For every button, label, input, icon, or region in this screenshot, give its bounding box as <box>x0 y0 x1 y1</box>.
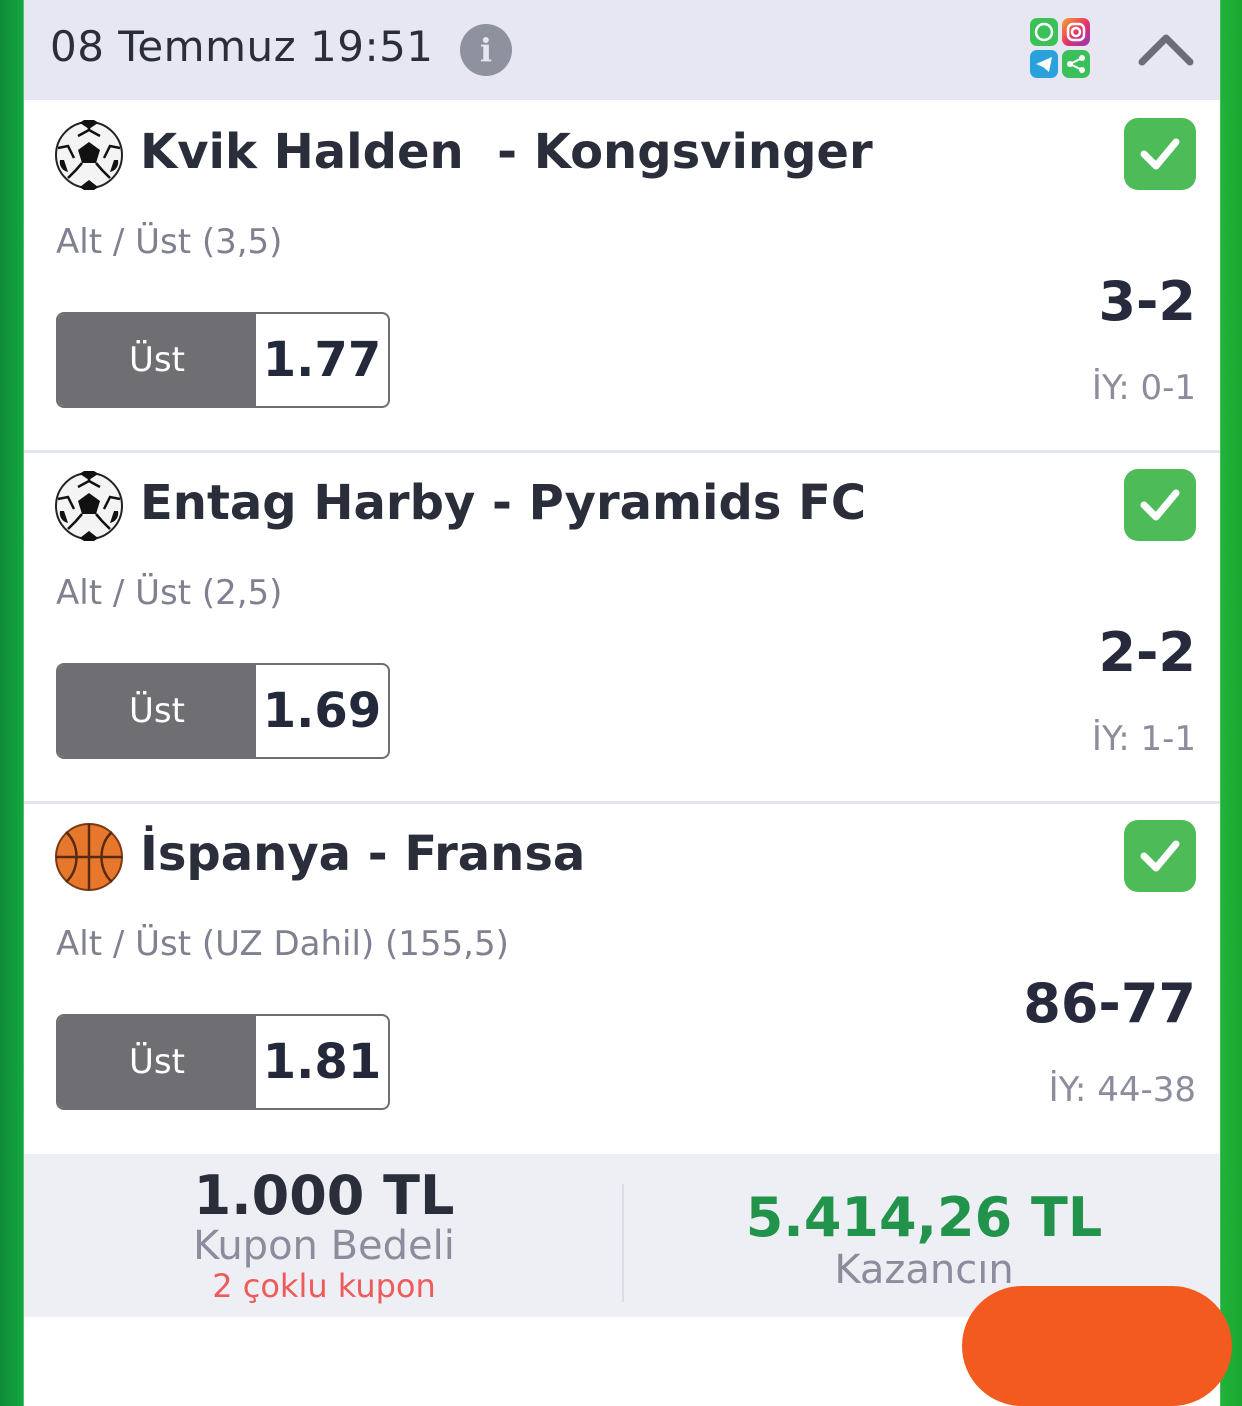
floating-action-button[interactable] <box>962 1286 1232 1406</box>
social-share-group <box>1030 18 1092 80</box>
footer-divider <box>622 1184 624 1302</box>
odds-button[interactable]: Üst 1.77 <box>56 312 390 408</box>
match-row: Kvik Halden - Kongsvinger Alt / Üst (3,5… <box>24 100 1220 453</box>
chevron-up-icon[interactable] <box>1136 26 1196 70</box>
stake-label: Kupon Bedeli <box>193 1223 455 1269</box>
winnings-summary: 5.414,26 TL Kazancın <box>724 1186 1124 1293</box>
market-label: Alt / Üst (UZ Dahil) (155,5) <box>56 924 509 964</box>
odds-value: 1.69 <box>262 683 382 739</box>
info-icon[interactable]: i <box>460 24 512 76</box>
share-icon[interactable] <box>1062 50 1090 78</box>
whatsapp-icon[interactable] <box>1030 18 1058 46</box>
basketball-icon <box>54 822 124 892</box>
half-time-score: İY: 1-1 <box>1091 719 1196 759</box>
football-icon <box>54 118 124 192</box>
coupon-date-title: 08 Temmuz 19:51 <box>50 22 434 71</box>
match-title: İspanya - Fransa <box>140 826 586 882</box>
odds-value: 1.81 <box>262 1034 382 1090</box>
match-row: İspanya - Fransa Alt / Üst (UZ Dahil) (1… <box>24 802 1220 1152</box>
half-time-score: İY: 0-1 <box>1091 368 1196 408</box>
match-row: Entag Harby - Pyramids FC Alt / Üst (2,5… <box>24 451 1220 804</box>
coupon-card: 08 Temmuz 19:51 i Kvik Halden - Kongsvin… <box>24 0 1220 1317</box>
market-label: Alt / Üst (2,5) <box>56 573 283 613</box>
final-score: 2-2 <box>1098 621 1196 684</box>
final-score: 3-2 <box>1098 270 1196 333</box>
multi-coupon-link[interactable]: 2 çoklu kupon <box>124 1267 524 1305</box>
pick-label: Üst <box>58 314 256 406</box>
pick-label: Üst <box>58 1016 256 1108</box>
stake-amount: 1.000 TL <box>193 1164 455 1227</box>
pick-label: Üst <box>58 665 256 757</box>
odds-value: 1.77 <box>262 332 382 388</box>
half-time-score: İY: 44-38 <box>1048 1070 1196 1110</box>
coupon-header: 08 Temmuz 19:51 i <box>24 0 1220 100</box>
football-icon <box>54 469 124 543</box>
market-label: Alt / Üst (3,5) <box>56 222 283 262</box>
instagram-icon[interactable] <box>1062 18 1090 46</box>
odds-button[interactable]: Üst 1.81 <box>56 1014 390 1110</box>
check-icon <box>1124 820 1196 892</box>
match-title: Kvik Halden - Kongsvinger <box>140 124 873 180</box>
odds-button[interactable]: Üst 1.69 <box>56 663 390 759</box>
check-icon <box>1124 118 1196 190</box>
winnings-amount: 5.414,26 TL <box>745 1186 1103 1249</box>
match-title: Entag Harby - Pyramids FC <box>140 475 867 531</box>
check-icon <box>1124 469 1196 541</box>
stake-summary: 1.000 TL Kupon Bedeli 2 çoklu kupon <box>124 1164 524 1305</box>
telegram-icon[interactable] <box>1030 50 1058 78</box>
final-score: 86-77 <box>1023 972 1196 1035</box>
